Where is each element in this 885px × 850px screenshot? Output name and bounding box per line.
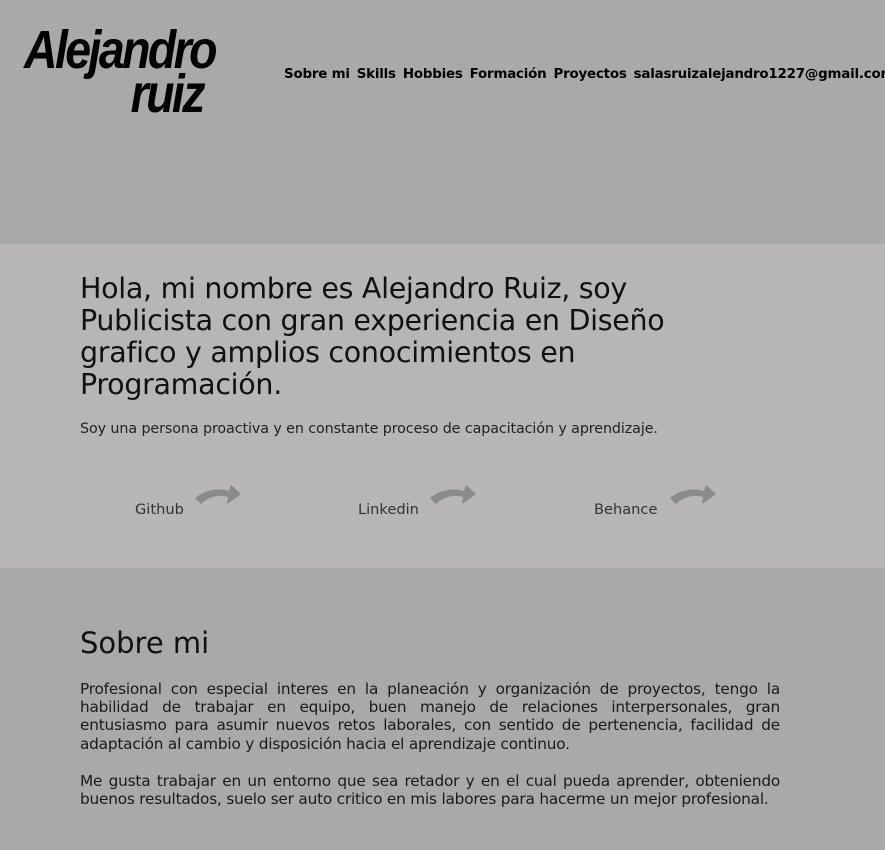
hero-section: Hola, mi nombre es Alejandro Ruiz, soy P… [0, 244, 885, 568]
main-nav: Sobre mi Skills Hobbies Formación Proyec… [284, 67, 885, 82]
nav-link-sobre-mi[interactable]: Sobre mi [284, 67, 350, 82]
hero-title: Hola, mi nombre es Alejandro Ruiz, soy P… [80, 272, 665, 401]
nav-link-proyectos[interactable]: Proyectos [554, 67, 627, 82]
logo[interactable]: Alejandro ruiz [24, 23, 218, 121]
nav-link-skills[interactable]: Skills [357, 67, 396, 82]
site-header: Alejandro ruiz Sobre mi Skills Hobbies F… [0, 0, 885, 244]
nav-link-hobbies[interactable]: Hobbies [403, 67, 463, 82]
about-title: Sobre mi [80, 626, 210, 660]
curved-arrow-icon [430, 485, 476, 504]
nav-link-formacion[interactable]: Formación [470, 67, 547, 82]
behance-link-label: Behance [594, 501, 658, 518]
curved-arrow-icon [195, 485, 241, 504]
curved-arrow-icon [670, 485, 716, 504]
linkedin-link-label: Linkedin [358, 501, 419, 518]
about-section: Sobre mi Profesional con especial intere… [0, 568, 885, 850]
github-link-label: Github [135, 501, 184, 518]
about-paragraph-1: Profesional con especial interes en la p… [80, 680, 780, 753]
hero-subtitle: Soy una persona proactiva y en constante… [80, 421, 658, 437]
nav-link-email[interactable]: salasruizalejandro1227@gmail.com [634, 67, 885, 82]
about-paragraph-2: Me gusta trabajar en un entorno que sea … [80, 772, 780, 809]
